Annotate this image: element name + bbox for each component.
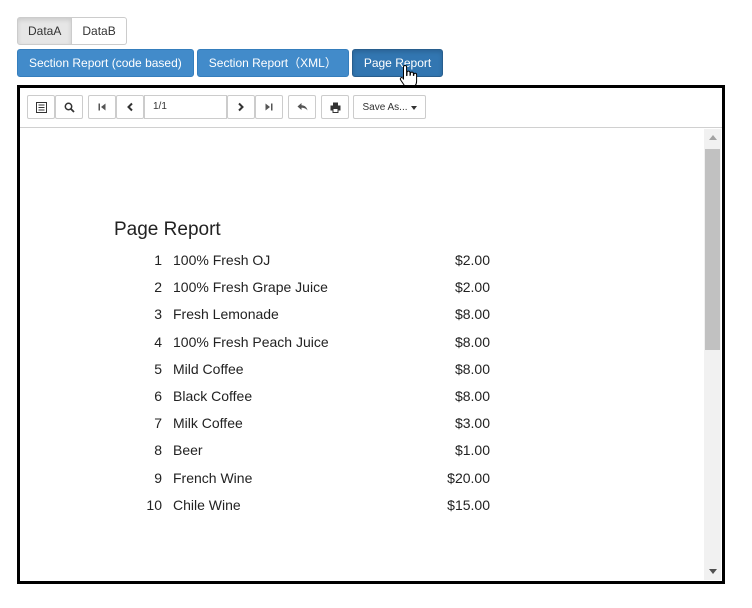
item-name: Milk Coffee bbox=[173, 415, 243, 432]
report-row: 9 French Wine $20.00 bbox=[114, 468, 494, 495]
item-number: 2 bbox=[154, 279, 162, 296]
next-page-icon bbox=[238, 102, 244, 112]
page-report-button-wrap: Page Report bbox=[351, 49, 444, 89]
scroll-down-icon bbox=[708, 569, 717, 574]
last-page-button[interactable] bbox=[255, 95, 283, 119]
item-number: 8 bbox=[154, 442, 162, 459]
item-name: French Wine bbox=[173, 469, 253, 486]
save-as-label: Save As... bbox=[362, 101, 408, 113]
print-icon bbox=[330, 102, 340, 113]
first-page-icon bbox=[98, 103, 106, 111]
item-name: 100% Fresh Grape Juice bbox=[173, 279, 328, 296]
report-viewer: 1/1 Save As... Page Report 1 100% Fresh … bbox=[17, 85, 725, 584]
report-row: 4 100% Fresh Peach Juice $8.00 bbox=[114, 332, 494, 359]
last-page-icon bbox=[265, 103, 273, 111]
report-row: 7 Milk Coffee $3.00 bbox=[114, 413, 494, 440]
report-row: 10 Chile Wine $15.00 bbox=[114, 495, 494, 522]
toc-button[interactable] bbox=[27, 95, 55, 119]
next-page-button[interactable] bbox=[227, 95, 255, 119]
report-title: Page Report bbox=[114, 219, 221, 240]
scroll-down-arrow[interactable] bbox=[704, 563, 721, 580]
report-row: 8 Beer $1.00 bbox=[114, 440, 494, 467]
prev-page-icon bbox=[127, 102, 133, 112]
item-price: $8.00 bbox=[454, 360, 490, 377]
item-price: $2.00 bbox=[454, 279, 490, 296]
report-row: 3 Fresh Lemonade $8.00 bbox=[114, 304, 494, 331]
print-button[interactable] bbox=[321, 95, 349, 119]
section-report-xml-button[interactable]: Section Report（XML） bbox=[196, 49, 349, 77]
item-price: $2.00 bbox=[454, 252, 490, 268]
item-name: 100% Fresh Peach Juice bbox=[173, 333, 329, 350]
report-row: 2 100% Fresh Grape Juice $2.00 bbox=[114, 277, 494, 304]
toc-icon bbox=[35, 101, 47, 113]
item-name: Beer bbox=[173, 442, 203, 459]
back-icon bbox=[297, 103, 307, 111]
scroll-up-arrow[interactable] bbox=[704, 129, 721, 146]
report-row: 1 100% Fresh OJ $2.00 bbox=[114, 250, 494, 277]
chevron-down-icon bbox=[410, 106, 417, 110]
data-toggle-group: DataA DataB bbox=[17, 17, 127, 45]
item-price: $20.00 bbox=[447, 469, 490, 486]
item-price: $15.00 bbox=[447, 496, 490, 513]
scroll-up-icon bbox=[708, 135, 717, 140]
search-button[interactable] bbox=[55, 95, 83, 119]
item-price: $3.00 bbox=[454, 415, 490, 432]
item-number: 4 bbox=[154, 333, 162, 350]
item-price: $8.00 bbox=[454, 333, 490, 350]
save-as-dropdown[interactable]: Save As... bbox=[353, 95, 426, 119]
item-name: Black Coffee bbox=[173, 387, 253, 404]
data-a-button[interactable]: DataA bbox=[17, 17, 73, 45]
item-number: 7 bbox=[154, 415, 162, 432]
item-price: $8.00 bbox=[454, 306, 490, 323]
first-page-button[interactable] bbox=[88, 95, 116, 119]
page-number-input[interactable]: 1/1 bbox=[144, 95, 227, 119]
report-row: 5 Mild Coffee $8.00 bbox=[114, 359, 494, 386]
report-page: Page Report 1 100% Fresh OJ $2.00 2 100% Fre… bbox=[20, 129, 722, 581]
item-name: Chile Wine bbox=[173, 496, 241, 513]
report-rows: 1 100% Fresh OJ $2.00 2 100% Fresh Grape Jui… bbox=[114, 250, 494, 522]
data-b-button[interactable]: DataB bbox=[72, 17, 127, 45]
item-number: 3 bbox=[154, 306, 162, 323]
item-name: 100% Fresh OJ bbox=[173, 252, 271, 268]
item-price: $1.00 bbox=[454, 442, 490, 459]
item-number: 5 bbox=[154, 360, 162, 377]
page-report-button[interactable]: Page Report bbox=[351, 49, 444, 77]
item-name: Fresh Lemonade bbox=[173, 306, 279, 323]
viewer-toolbar: 1/1 Save As... bbox=[20, 88, 722, 128]
item-number: 1 bbox=[154, 252, 162, 268]
vertical-scrollbar[interactable] bbox=[704, 129, 721, 580]
item-number: 10 bbox=[146, 496, 162, 513]
back-button[interactable] bbox=[288, 95, 316, 119]
item-number: 9 bbox=[154, 469, 162, 486]
prev-page-button[interactable] bbox=[116, 95, 144, 119]
item-number: 6 bbox=[154, 387, 162, 404]
report-type-buttons: Section Report (code based) Section Repo… bbox=[17, 49, 444, 89]
item-name: Mild Coffee bbox=[173, 360, 244, 377]
item-price: $8.00 bbox=[454, 387, 490, 404]
section-report-code-button[interactable]: Section Report (code based) bbox=[17, 49, 194, 77]
search-icon bbox=[64, 102, 75, 113]
report-row: 6 Black Coffee $8.00 bbox=[114, 386, 494, 413]
scroll-thumb[interactable] bbox=[705, 149, 720, 350]
